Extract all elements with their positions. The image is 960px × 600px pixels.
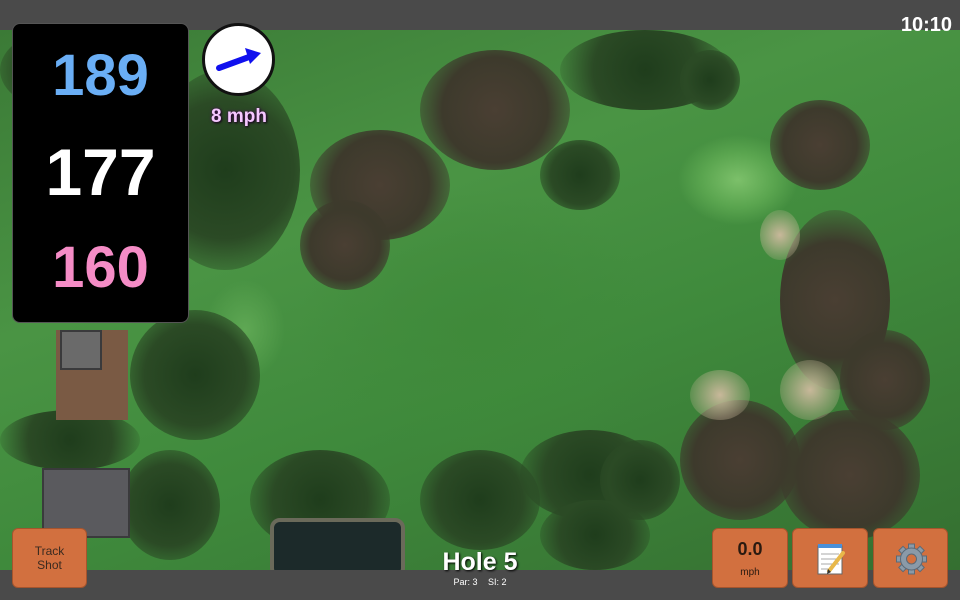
speed-unit: mph [740, 567, 760, 578]
hole-title: Hole 5 [442, 548, 518, 576]
speed-button[interactable]: 0.0 mph [712, 528, 788, 588]
track-shot-label-line1: Track [34, 544, 65, 558]
clock: 10:10 [900, 14, 952, 36]
hole-stroke-index: SI: 2 [488, 577, 507, 587]
wind-indicator [202, 23, 275, 96]
notepad-icon [817, 544, 845, 575]
wind-speed: 8 mph [211, 106, 267, 127]
track-shot-button[interactable]: Track Shot [12, 528, 87, 588]
distance-panel: 189 177 160 [12, 23, 189, 323]
gear-icon [896, 543, 927, 575]
wind-arrow-icon [216, 48, 261, 71]
track-shot-label-line2: Shot [37, 558, 62, 572]
hole-par: Par: 3 [453, 577, 478, 587]
speed-value: 0.0 [737, 539, 763, 559]
notes-button[interactable] [792, 528, 868, 588]
front-distance: 160 [52, 235, 149, 300]
middle-distance: 177 [45, 135, 156, 209]
settings-button[interactable] [873, 528, 948, 588]
hole-info: Par: 3 SI: 2 [380, 577, 580, 587]
back-distance: 189 [52, 43, 149, 108]
